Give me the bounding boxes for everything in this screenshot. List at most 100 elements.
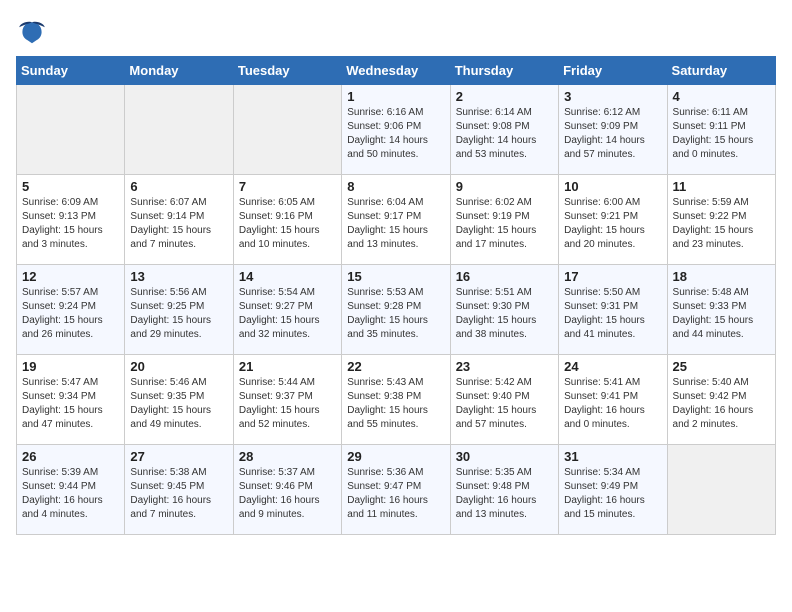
- calendar-cell: 23 Sunrise: 5:42 AMSunset: 9:40 PMDayligh…: [450, 355, 558, 445]
- calendar-cell: 7 Sunrise: 6:05 AMSunset: 9:16 PMDaylight…: [233, 175, 341, 265]
- day-number: 5: [22, 179, 119, 194]
- calendar-week-row: 19 Sunrise: 5:47 AMSunset: 9:34 PMDayligh…: [17, 355, 776, 445]
- calendar-cell: 10 Sunrise: 6:00 AMSunset: 9:21 PMDayligh…: [559, 175, 667, 265]
- day-number: 9: [456, 179, 553, 194]
- day-number: 11: [673, 179, 770, 194]
- calendar-cell: 30 Sunrise: 5:35 AMSunset: 9:48 PMDayligh…: [450, 445, 558, 535]
- day-info: Sunrise: 5:43 AMSunset: 9:38 PMDaylight:…: [347, 376, 444, 432]
- calendar-cell: 6 Sunrise: 6:07 AMSunset: 9:14 PMDaylight…: [125, 175, 233, 265]
- day-info: Sunrise: 6:16 AMSunset: 9:06 PMDaylight:…: [347, 106, 444, 162]
- calendar-cell: [667, 445, 775, 535]
- day-info: Sunrise: 5:39 AMSunset: 9:44 PMDaylight:…: [22, 466, 119, 522]
- day-number: 6: [130, 179, 227, 194]
- day-number: 25: [673, 359, 770, 374]
- day-info: Sunrise: 6:02 AMSunset: 9:19 PMDaylight:…: [456, 196, 553, 252]
- day-number: 18: [673, 269, 770, 284]
- calendar-cell: 16 Sunrise: 5:51 AMSunset: 9:30 PMDayligh…: [450, 265, 558, 355]
- calendar-cell: 3 Sunrise: 6:12 AMSunset: 9:09 PMDaylight…: [559, 85, 667, 175]
- day-info: Sunrise: 5:56 AMSunset: 9:25 PMDaylight:…: [130, 286, 227, 342]
- calendar-cell: 20 Sunrise: 5:46 AMSunset: 9:35 PMDayligh…: [125, 355, 233, 445]
- day-info: Sunrise: 5:44 AMSunset: 9:37 PMDaylight:…: [239, 376, 336, 432]
- calendar-cell: 13 Sunrise: 5:56 AMSunset: 9:25 PMDayligh…: [125, 265, 233, 355]
- weekday-header-wednesday: Wednesday: [342, 57, 450, 85]
- day-number: 20: [130, 359, 227, 374]
- calendar-cell: 22 Sunrise: 5:43 AMSunset: 9:38 PMDayligh…: [342, 355, 450, 445]
- day-info: Sunrise: 6:00 AMSunset: 9:21 PMDaylight:…: [564, 196, 661, 252]
- day-info: Sunrise: 5:51 AMSunset: 9:30 PMDaylight:…: [456, 286, 553, 342]
- day-info: Sunrise: 6:05 AMSunset: 9:16 PMDaylight:…: [239, 196, 336, 252]
- calendar-cell: [233, 85, 341, 175]
- day-info: Sunrise: 5:36 AMSunset: 9:47 PMDaylight:…: [347, 466, 444, 522]
- day-info: Sunrise: 5:46 AMSunset: 9:35 PMDaylight:…: [130, 376, 227, 432]
- day-info: Sunrise: 5:48 AMSunset: 9:33 PMDaylight:…: [673, 286, 770, 342]
- day-info: Sunrise: 6:12 AMSunset: 9:09 PMDaylight:…: [564, 106, 661, 162]
- day-number: 19: [22, 359, 119, 374]
- calendar-cell: 1 Sunrise: 6:16 AMSunset: 9:06 PMDaylight…: [342, 85, 450, 175]
- day-info: Sunrise: 6:04 AMSunset: 9:17 PMDaylight:…: [347, 196, 444, 252]
- calendar-cell: 9 Sunrise: 6:02 AMSunset: 9:19 PMDaylight…: [450, 175, 558, 265]
- day-number: 1: [347, 89, 444, 104]
- weekday-header-thursday: Thursday: [450, 57, 558, 85]
- day-number: 28: [239, 449, 336, 464]
- day-info: Sunrise: 6:14 AMSunset: 9:08 PMDaylight:…: [456, 106, 553, 162]
- calendar-header: SundayMondayTuesdayWednesdayThursdayFrid…: [17, 57, 776, 85]
- day-number: 27: [130, 449, 227, 464]
- day-number: 7: [239, 179, 336, 194]
- day-info: Sunrise: 5:42 AMSunset: 9:40 PMDaylight:…: [456, 376, 553, 432]
- calendar-body: 1 Sunrise: 6:16 AMSunset: 9:06 PMDaylight…: [17, 85, 776, 535]
- day-info: Sunrise: 5:47 AMSunset: 9:34 PMDaylight:…: [22, 376, 119, 432]
- day-number: 26: [22, 449, 119, 464]
- logo: [16, 16, 52, 48]
- day-number: 21: [239, 359, 336, 374]
- calendar-week-row: 26 Sunrise: 5:39 AMSunset: 9:44 PMDayligh…: [17, 445, 776, 535]
- day-number: 8: [347, 179, 444, 194]
- day-info: Sunrise: 5:59 AMSunset: 9:22 PMDaylight:…: [673, 196, 770, 252]
- calendar-cell: 5 Sunrise: 6:09 AMSunset: 9:13 PMDaylight…: [17, 175, 125, 265]
- day-number: 31: [564, 449, 661, 464]
- calendar-cell: 4 Sunrise: 6:11 AMSunset: 9:11 PMDaylight…: [667, 85, 775, 175]
- logo-icon: [16, 16, 48, 48]
- day-number: 14: [239, 269, 336, 284]
- calendar-cell: 31 Sunrise: 5:34 AMSunset: 9:49 PMDayligh…: [559, 445, 667, 535]
- calendar-cell: [17, 85, 125, 175]
- day-number: 23: [456, 359, 553, 374]
- calendar-cell: 29 Sunrise: 5:36 AMSunset: 9:47 PMDayligh…: [342, 445, 450, 535]
- day-number: 16: [456, 269, 553, 284]
- day-number: 29: [347, 449, 444, 464]
- day-info: Sunrise: 5:34 AMSunset: 9:49 PMDaylight:…: [564, 466, 661, 522]
- calendar-cell: 15Sunrise: 5:53 AMSunset: 9:28 PMDayligh…: [342, 265, 450, 355]
- calendar-cell: 25Sunrise: 5:40 AMSunset: 9:42 PMDayligh…: [667, 355, 775, 445]
- weekday-header-friday: Friday: [559, 57, 667, 85]
- calendar-week-row: 5 Sunrise: 6:09 AMSunset: 9:13 PMDaylight…: [17, 175, 776, 265]
- day-number: 22: [347, 359, 444, 374]
- calendar-cell: 8 Sunrise: 6:04 AMSunset: 9:17 PMDaylight…: [342, 175, 450, 265]
- day-number: 4: [673, 89, 770, 104]
- day-info: Sunrise: 6:07 AMSunset: 9:14 PMDaylight:…: [130, 196, 227, 252]
- calendar-cell: 27 Sunrise: 5:38 AMSunset: 9:45 PMDayligh…: [125, 445, 233, 535]
- day-number: 30: [456, 449, 553, 464]
- calendar-week-row: 12Sunrise: 5:57 AMSunset: 9:24 PMDayligh…: [17, 265, 776, 355]
- weekday-header-sunday: Sunday: [17, 57, 125, 85]
- day-info: Sunrise: 5:37 AMSunset: 9:46 PMDaylight:…: [239, 466, 336, 522]
- day-number: 3: [564, 89, 661, 104]
- day-info: Sunrise: 5:38 AMSunset: 9:45 PMDaylight:…: [130, 466, 227, 522]
- day-number: 13: [130, 269, 227, 284]
- calendar-cell: 19 Sunrise: 5:47 AMSunset: 9:34 PMDayligh…: [17, 355, 125, 445]
- day-info: Sunrise: 5:35 AMSunset: 9:48 PMDaylight:…: [456, 466, 553, 522]
- day-info: Sunrise: 6:11 AMSunset: 9:11 PMDaylight:…: [673, 106, 770, 162]
- day-number: 17: [564, 269, 661, 284]
- day-info: Sunrise: 5:41 AMSunset: 9:41 PMDaylight:…: [564, 376, 661, 432]
- calendar-cell: 28 Sunrise: 5:37 AMSunset: 9:46 PMDayligh…: [233, 445, 341, 535]
- day-number: 10: [564, 179, 661, 194]
- calendar-cell: 26 Sunrise: 5:39 AMSunset: 9:44 PMDayligh…: [17, 445, 125, 535]
- page-header: [16, 16, 776, 48]
- day-number: 15: [347, 269, 444, 284]
- weekday-header-monday: Monday: [125, 57, 233, 85]
- calendar-table: SundayMondayTuesdayWednesdayThursdayFrid…: [16, 56, 776, 535]
- day-info: Sunrise: 6:09 AMSunset: 9:13 PMDaylight:…: [22, 196, 119, 252]
- calendar-cell: 17 Sunrise: 5:50 AMSunset: 9:31 PMDayligh…: [559, 265, 667, 355]
- weekday-header-row: SundayMondayTuesdayWednesdayThursdayFrid…: [17, 57, 776, 85]
- day-info: Sunrise: 5:50 AMSunset: 9:31 PMDaylight:…: [564, 286, 661, 342]
- day-info: Sunrise: 5:57 AMSunset: 9:24 PMDaylight:…: [22, 286, 119, 342]
- day-info: Sunrise: 5:54 AMSunset: 9:27 PMDaylight:…: [239, 286, 336, 342]
